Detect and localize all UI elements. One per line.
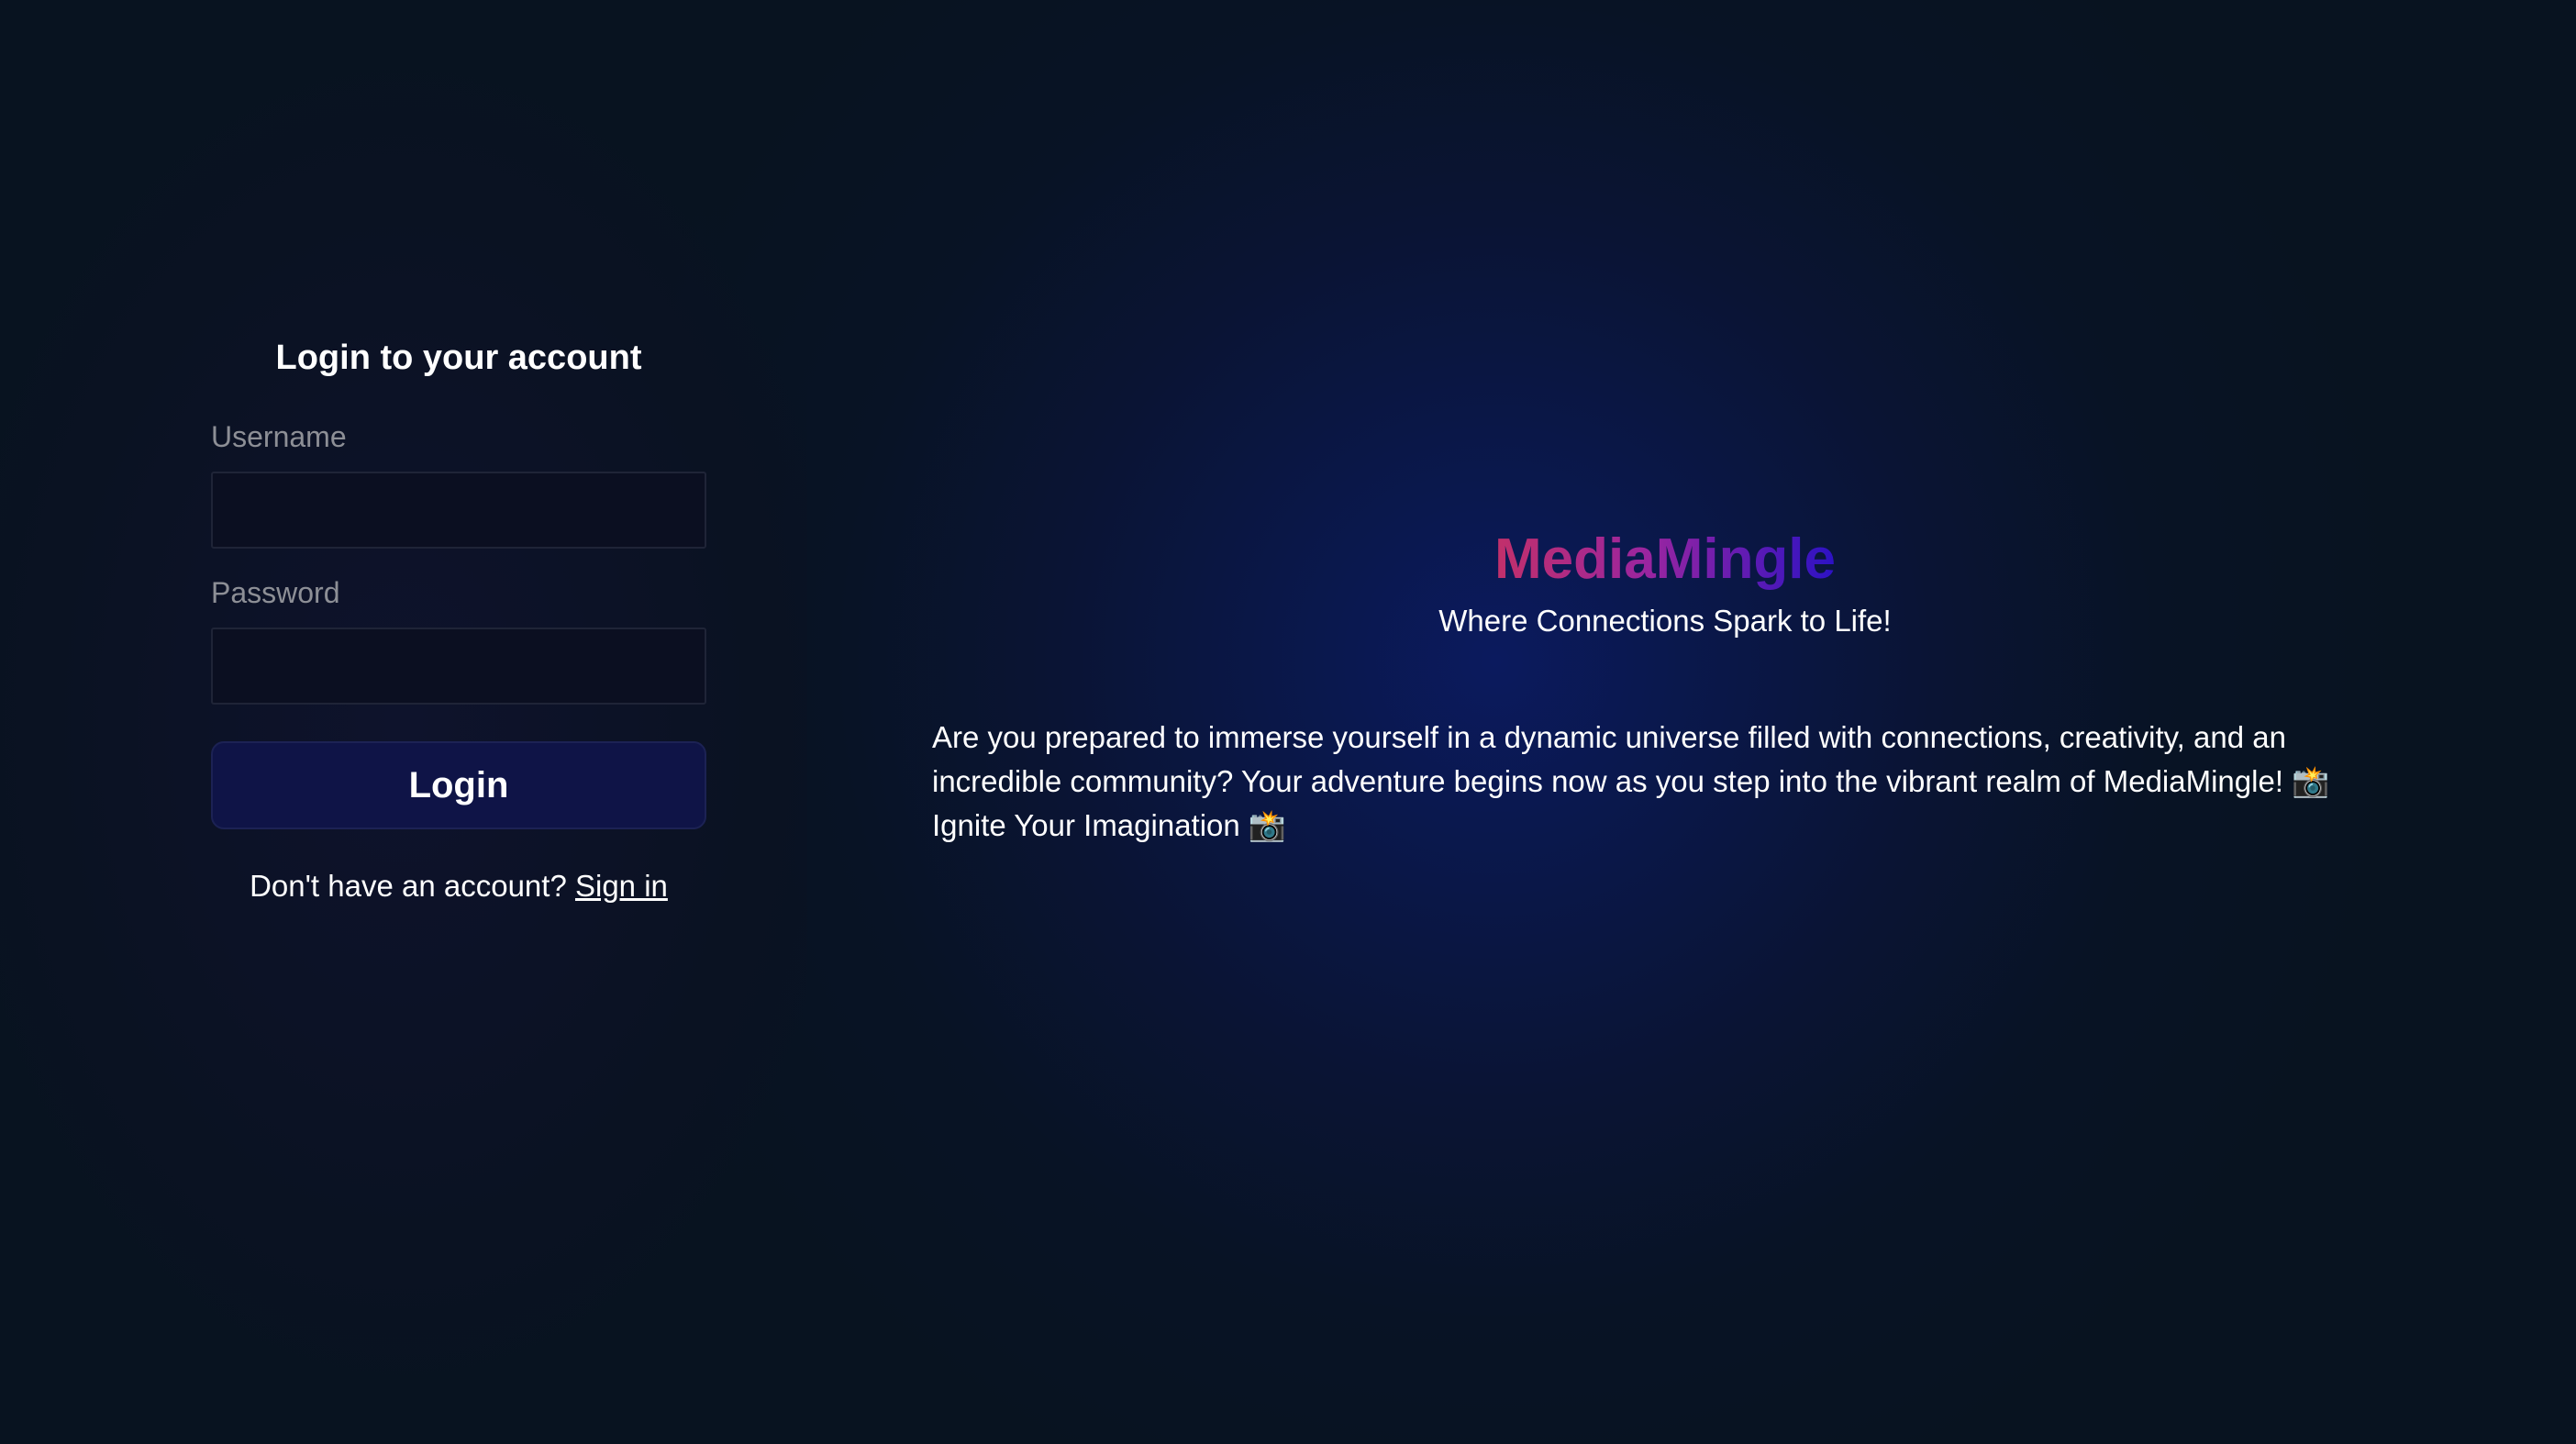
username-label: Username bbox=[211, 420, 347, 453]
login-panel: Login to your account Username Password … bbox=[0, 0, 807, 1444]
password-input[interactable] bbox=[211, 628, 706, 705]
login-form: Login to your account Username Password … bbox=[211, 321, 706, 905]
signup-prompt: Don't have an account? bbox=[250, 869, 575, 903]
brand-name: MediaMingle bbox=[1493, 528, 1837, 591]
login-title: Login to your account bbox=[275, 339, 642, 377]
login-button[interactable]: Login bbox=[211, 741, 706, 829]
password-label: Password bbox=[211, 576, 340, 609]
signup-row: Don't have an account? Sign in bbox=[211, 868, 706, 905]
tagline: Where Connections Spark to Life! bbox=[1438, 604, 1892, 638]
sign-in-link[interactable]: Sign in bbox=[575, 869, 668, 903]
username-input[interactable] bbox=[211, 472, 706, 549]
brand-title: MediaMingle bbox=[927, 523, 2404, 596]
hero-description: Are you prepared to immerse yourself in … bbox=[932, 720, 2330, 842]
